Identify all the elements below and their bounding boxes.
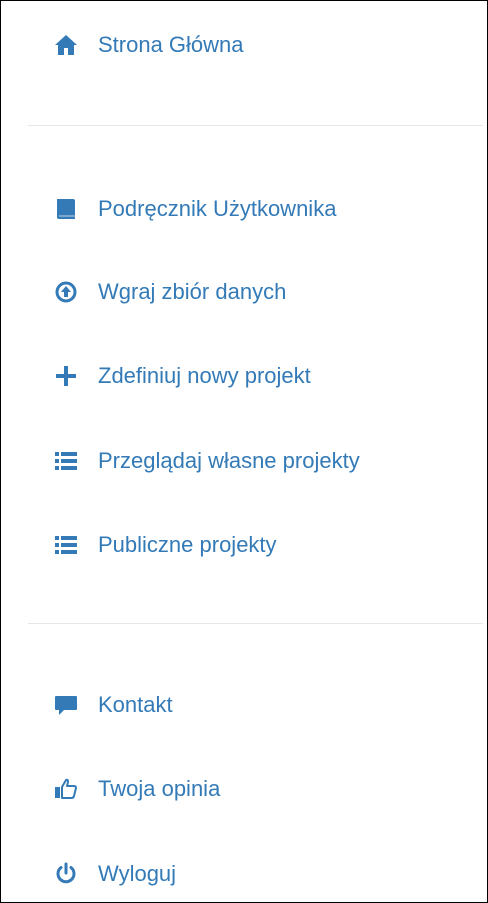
list-icon bbox=[54, 449, 78, 473]
upload-circle-icon bbox=[54, 280, 78, 304]
menu-item-label: Publiczne projekty bbox=[98, 532, 277, 557]
menu-item-label: Podręcznik Użytkownika bbox=[98, 196, 337, 221]
menu-item-label: Zdefiniuj nowy projekt bbox=[98, 363, 311, 388]
menu-item-home[interactable]: Strona Główna bbox=[54, 29, 244, 61]
menu-item-label: Kontakt bbox=[98, 692, 173, 717]
menu-item-logout[interactable]: Wyloguj bbox=[54, 858, 176, 890]
menu-item-new-project[interactable]: Zdefiniuj nowy projekt bbox=[54, 360, 311, 392]
menu-item-label: Twoja opinia bbox=[98, 776, 221, 801]
side-menu: Strona Główna Podręcznik Użytkownika Wgr… bbox=[0, 0, 488, 903]
book-icon bbox=[54, 197, 78, 221]
menu-item-label: Przeglądaj własne projekty bbox=[98, 448, 360, 473]
menu-item-user-manual[interactable]: Podręcznik Użytkownika bbox=[54, 193, 336, 225]
comment-icon bbox=[54, 693, 78, 717]
power-icon bbox=[54, 862, 78, 886]
menu-item-feedback[interactable]: Twoja opinia bbox=[54, 773, 220, 805]
list-icon bbox=[54, 533, 78, 557]
menu-item-upload-dataset[interactable]: Wgraj zbiór danych bbox=[54, 276, 286, 308]
menu-item-public-projects[interactable]: Publiczne projekty bbox=[54, 529, 277, 561]
menu-divider bbox=[28, 125, 483, 126]
menu-item-own-projects[interactable]: Przeglądaj własne projekty bbox=[54, 445, 360, 477]
home-icon bbox=[54, 33, 78, 57]
menu-item-contact[interactable]: Kontakt bbox=[54, 689, 173, 721]
menu-item-label: Strona Główna bbox=[98, 32, 244, 57]
thumbs-up-icon bbox=[54, 777, 78, 801]
menu-item-label: Wyloguj bbox=[98, 861, 177, 886]
plus-icon bbox=[54, 364, 78, 388]
menu-divider bbox=[28, 623, 483, 624]
menu-item-label: Wgraj zbiór danych bbox=[98, 279, 287, 304]
